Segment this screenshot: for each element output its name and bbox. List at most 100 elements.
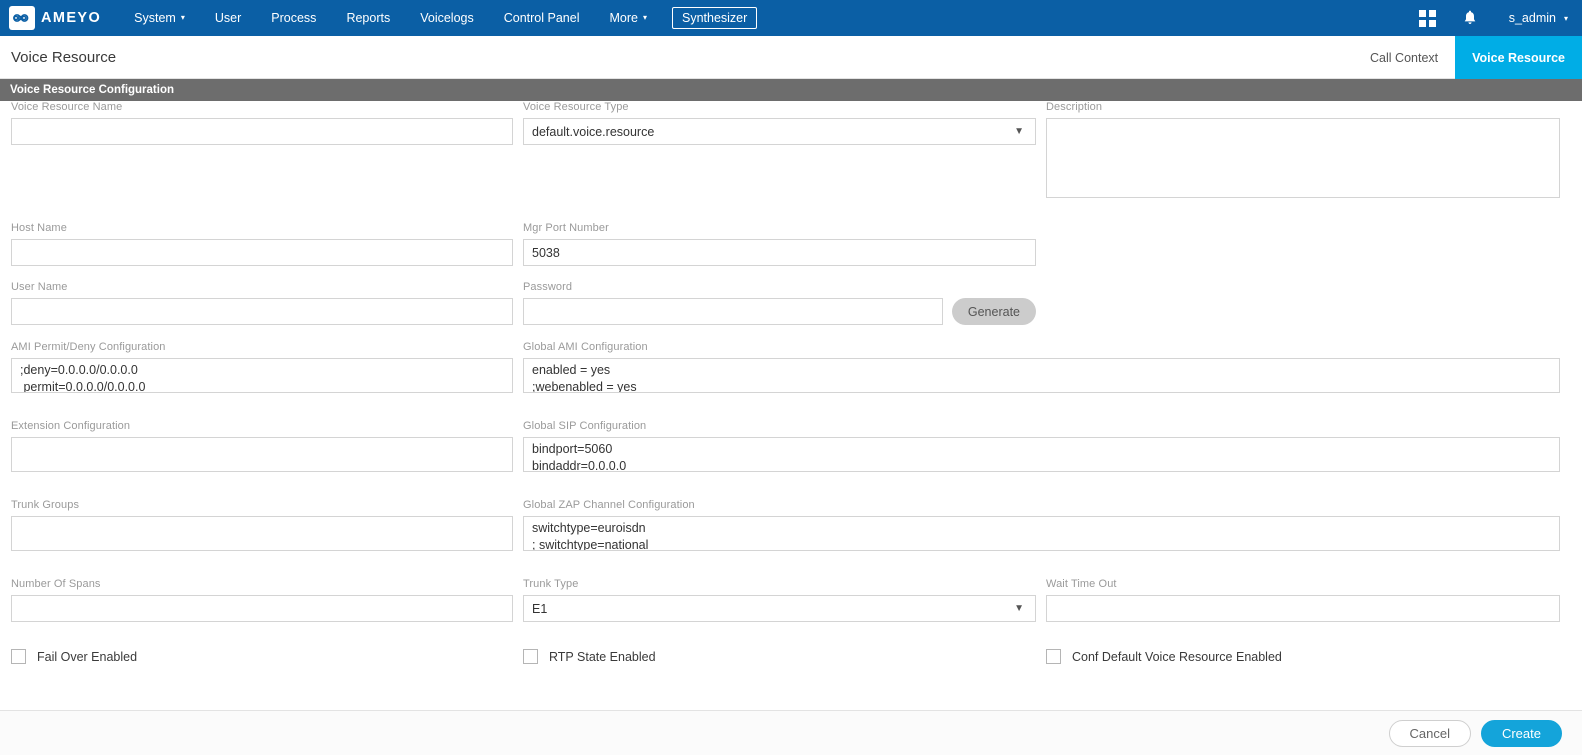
section-title: Voice Resource Configuration bbox=[10, 84, 175, 96]
form-row-spans: Number Of Spans Trunk Type ▼ Wait Time O… bbox=[0, 578, 1582, 622]
field-user-name: User Name bbox=[0, 281, 523, 325]
voice-resource-name-input[interactable] bbox=[11, 118, 513, 145]
field-label: User Name bbox=[11, 281, 68, 293]
nav-item-label: Reports bbox=[346, 11, 391, 25]
checkbox-label: RTP State Enabled bbox=[549, 649, 656, 664]
checkbox-fail-over-enabled: Fail Over Enabled bbox=[0, 649, 523, 664]
nav-item-label: User bbox=[214, 11, 242, 25]
grid-apps-icon[interactable] bbox=[1407, 0, 1449, 36]
field-global-ami: Global AMI Configuration enabled = yes ;… bbox=[523, 341, 1582, 398]
description-textarea[interactable] bbox=[1046, 118, 1560, 198]
checkbox-label: Conf Default Voice Resource Enabled bbox=[1072, 649, 1282, 664]
rtp-state-enabled-checkbox[interactable] bbox=[523, 649, 538, 664]
host-name-input[interactable] bbox=[11, 239, 513, 266]
nav-item-system[interactable]: System ▾ bbox=[119, 0, 200, 36]
field-description: Description bbox=[1046, 101, 1582, 203]
field-global-zap: Global ZAP Channel Configuration switcht… bbox=[523, 499, 1582, 556]
user-name-label: s_admin bbox=[1508, 11, 1556, 25]
field-label: Voice Resource Name bbox=[11, 101, 123, 113]
create-button[interactable]: Create bbox=[1480, 719, 1562, 747]
section-header-bar: Voice Resource Configuration bbox=[0, 79, 1582, 101]
field-number-of-spans: Number Of Spans bbox=[0, 578, 523, 622]
field-label: Global ZAP Channel Configuration bbox=[523, 499, 695, 511]
global-zap-textarea[interactable]: switchtype=euroisdn ; switchtype=nationa… bbox=[523, 516, 1560, 551]
brand-logo[interactable]: AMEYO bbox=[9, 6, 101, 30]
voice-resource-type-select-wrapper: ▼ bbox=[523, 118, 1036, 145]
field-ami-permit-deny: AMI Permit/Deny Configuration ;deny=0.0.… bbox=[0, 341, 523, 398]
field-label: Voice Resource Type bbox=[523, 101, 629, 113]
field-password: Password Generate bbox=[523, 281, 1046, 325]
field-global-sip: Global SIP Configuration bindport=5060 b… bbox=[523, 420, 1582, 477]
form-row-extension-sip: Extension Configuration Global SIP Confi… bbox=[0, 420, 1582, 477]
field-label: Host Name bbox=[11, 222, 67, 234]
form-footer: Cancel Create bbox=[0, 710, 1582, 755]
fail-over-enabled-checkbox[interactable] bbox=[11, 649, 26, 664]
nav-item-label: System bbox=[134, 11, 176, 25]
field-trunk-type: Trunk Type ▼ bbox=[523, 578, 1046, 622]
voice-resource-type-select[interactable] bbox=[523, 118, 1036, 145]
password-input[interactable] bbox=[523, 298, 943, 325]
chevron-down-icon: ▾ bbox=[180, 13, 185, 22]
user-menu[interactable]: s_admin ▾ bbox=[1491, 11, 1582, 25]
bell-icon[interactable] bbox=[1449, 0, 1491, 36]
global-sip-textarea[interactable]: bindport=5060 bindaddr=0.0.0.0 bbox=[523, 437, 1560, 472]
brand-name: AMEYO bbox=[41, 10, 102, 26]
top-navigation-bar: AMEYO System ▾ User Process Reports Voic… bbox=[0, 0, 1582, 36]
field-label: Extension Configuration bbox=[11, 420, 131, 432]
field-trunk-groups: Trunk Groups bbox=[0, 499, 523, 556]
field-voice-resource-type: Voice Resource Type ▼ bbox=[523, 101, 1046, 203]
global-ami-textarea[interactable]: enabled = yes ;webenabled = yes bbox=[523, 358, 1560, 393]
ami-permit-deny-textarea[interactable]: ;deny=0.0.0.0/0.0.0.0 permit=0.0.0.0/0.0… bbox=[11, 358, 513, 393]
field-mgr-port-number: Mgr Port Number bbox=[523, 222, 1046, 266]
field-label: Wait Time Out bbox=[1046, 578, 1117, 590]
form-row-credentials: User Name Password Generate bbox=[0, 281, 1582, 325]
nav-item-process[interactable]: Process bbox=[256, 0, 331, 36]
primary-nav: System ▾ User Process Reports Voicelogs … bbox=[119, 0, 758, 36]
nav-item-more[interactable]: More ▾ bbox=[594, 0, 662, 36]
page-tabs: Call Context Voice Resource bbox=[1353, 36, 1582, 79]
voice-resource-form: Voice Resource Name Voice Resource Type … bbox=[0, 101, 1582, 702]
form-row-ami: AMI Permit/Deny Configuration ;deny=0.0.… bbox=[0, 341, 1582, 398]
form-row-identity: Voice Resource Name Voice Resource Type … bbox=[0, 101, 1582, 203]
tab-voice-resource[interactable]: Voice Resource bbox=[1455, 36, 1582, 79]
checkbox-label: Fail Over Enabled bbox=[37, 649, 138, 664]
conf-default-voice-resource-enabled-checkbox[interactable] bbox=[1046, 649, 1061, 664]
nav-item-label: More bbox=[609, 11, 638, 25]
spacer-cell bbox=[1046, 222, 1582, 266]
field-label: Description bbox=[1046, 101, 1103, 113]
field-label: Mgr Port Number bbox=[523, 222, 609, 234]
generate-password-button[interactable]: Generate bbox=[951, 298, 1036, 325]
tab-call-context[interactable]: Call Context bbox=[1353, 36, 1455, 79]
form-row-checkboxes: Fail Over Enabled RTP State Enabled Conf… bbox=[0, 649, 1582, 664]
page-title: Voice Resource bbox=[11, 48, 117, 66]
field-host-name: Host Name bbox=[0, 222, 523, 266]
form-row-host: Host Name Mgr Port Number bbox=[0, 222, 1582, 266]
wait-time-out-input[interactable] bbox=[1046, 595, 1560, 622]
password-with-generate: Generate bbox=[523, 298, 1036, 325]
extension-configuration-textarea[interactable] bbox=[11, 437, 513, 472]
nav-item-control-panel[interactable]: Control Panel bbox=[489, 0, 595, 36]
field-extension-configuration: Extension Configuration bbox=[0, 420, 523, 477]
nav-item-user[interactable]: User bbox=[200, 0, 256, 36]
infinity-logo-icon bbox=[9, 6, 35, 30]
checkbox-rtp-state-enabled: RTP State Enabled bbox=[523, 649, 1046, 664]
nav-item-label: Voicelogs bbox=[420, 11, 474, 25]
field-label: Password bbox=[523, 281, 573, 293]
field-label: Number Of Spans bbox=[11, 578, 101, 590]
checkbox-conf-default-voice-resource-enabled: Conf Default Voice Resource Enabled bbox=[1046, 649, 1582, 664]
user-name-input[interactable] bbox=[11, 298, 513, 325]
nav-item-voicelogs[interactable]: Voicelogs bbox=[405, 0, 489, 36]
nav-right-actions: s_admin ▾ bbox=[1407, 0, 1582, 36]
nav-item-label: Process bbox=[271, 11, 317, 25]
trunk-groups-textarea[interactable] bbox=[11, 516, 513, 551]
mgr-port-number-input[interactable] bbox=[523, 239, 1036, 266]
cancel-button[interactable]: Cancel bbox=[1388, 719, 1471, 747]
number-of-spans-input[interactable] bbox=[11, 595, 513, 622]
chevron-down-icon: ▾ bbox=[642, 13, 647, 22]
form-row-trunk-zap: Trunk Groups Global ZAP Channel Configur… bbox=[0, 499, 1582, 556]
field-label: AMI Permit/Deny Configuration bbox=[11, 341, 166, 353]
nav-item-reports[interactable]: Reports bbox=[331, 0, 405, 36]
field-label: Global AMI Configuration bbox=[523, 341, 648, 353]
trunk-type-select[interactable] bbox=[523, 595, 1036, 622]
synthesizer-button[interactable]: Synthesizer bbox=[671, 7, 758, 29]
